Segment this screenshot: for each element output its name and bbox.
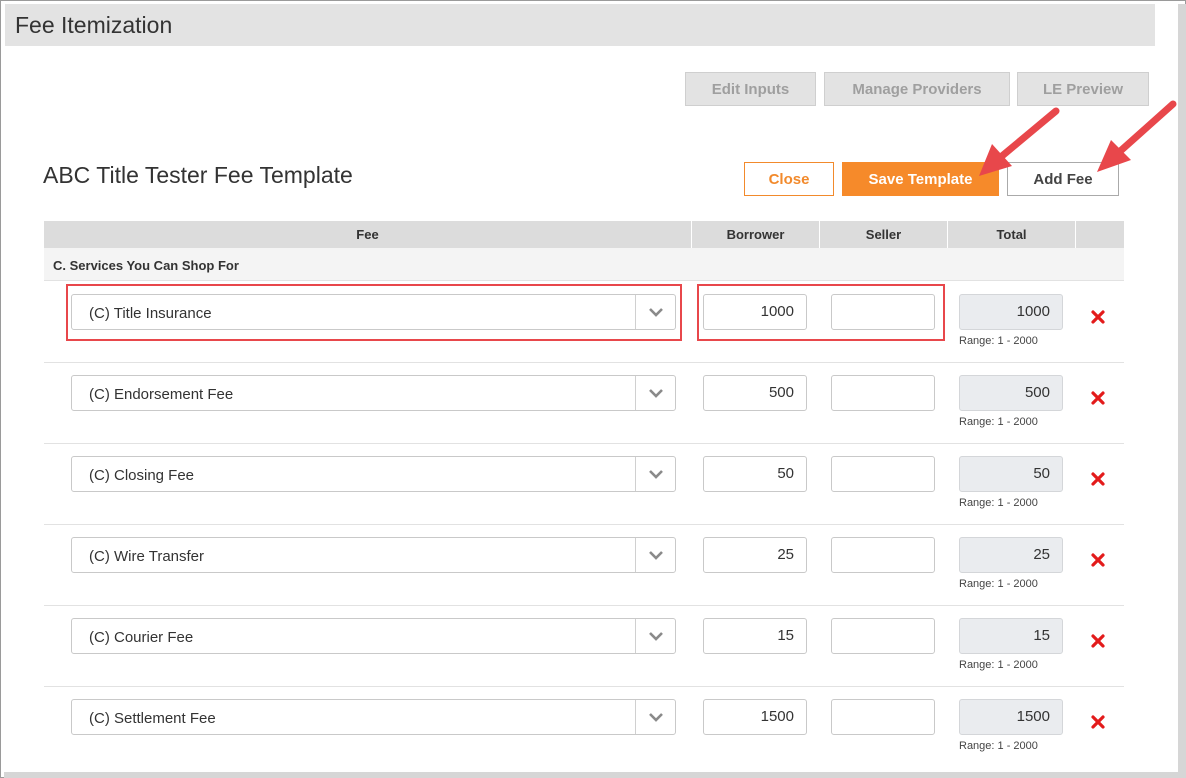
- close-icon[interactable]: [1090, 552, 1106, 568]
- close-icon[interactable]: [1090, 633, 1106, 649]
- header-total: Total: [948, 221, 1075, 248]
- borrower-input[interactable]: 50: [703, 456, 807, 492]
- section-header: C. Services You Can Shop For: [44, 248, 1124, 281]
- table-header: Fee Borrower Seller Total: [44, 221, 1124, 248]
- table-row: (C) Courier Fee 15 15 Range: 1 - 2000: [44, 605, 1124, 687]
- total-field: 25: [959, 537, 1063, 573]
- seller-input[interactable]: [831, 375, 935, 411]
- template-title: ABC Title Tester Fee Template: [43, 162, 353, 189]
- table-row: (C) Endorsement Fee 500 500 Range: 1 - 2…: [44, 362, 1124, 444]
- arrow-icon: [1085, 92, 1185, 182]
- window-title: Fee Itemization: [15, 12, 172, 39]
- chevron-down-icon[interactable]: [647, 385, 665, 401]
- range-text: Range: 1 - 2000: [959, 416, 1038, 428]
- close-icon[interactable]: [1090, 714, 1106, 730]
- borrower-input[interactable]: 1500: [703, 699, 807, 735]
- chevron-down-icon[interactable]: [647, 547, 665, 563]
- select-divider: [635, 700, 636, 734]
- fee-select[interactable]: (C) Endorsement Fee: [71, 375, 676, 411]
- fee-select-value: (C) Endorsement Fee: [89, 386, 233, 403]
- seller-input[interactable]: [831, 699, 935, 735]
- table-row: (C) Wire Transfer 25 25 Range: 1 - 2000: [44, 524, 1124, 606]
- total-field: 1000: [959, 294, 1063, 330]
- borrower-input[interactable]: 500: [703, 375, 807, 411]
- borrower-input[interactable]: 25: [703, 537, 807, 573]
- range-text: Range: 1 - 2000: [959, 659, 1038, 671]
- total-field: 15: [959, 618, 1063, 654]
- select-divider: [635, 376, 636, 410]
- borrower-input[interactable]: 15: [703, 618, 807, 654]
- total-field: 1500: [959, 699, 1063, 735]
- table-row: (C) Closing Fee 50 50 Range: 1 - 2000: [44, 443, 1124, 525]
- seller-input[interactable]: [831, 456, 935, 492]
- chevron-down-icon[interactable]: [647, 628, 665, 644]
- table-row: (C) Settlement Fee 1500 1500 Range: 1 - …: [44, 686, 1124, 767]
- header-fee: Fee: [44, 221, 691, 248]
- total-field: 500: [959, 375, 1063, 411]
- fee-select-value: (C) Closing Fee: [89, 467, 194, 484]
- highlight-box: [697, 284, 945, 341]
- fee-select[interactable]: (C) Courier Fee: [71, 618, 676, 654]
- select-divider: [635, 538, 636, 572]
- header-divider: [1075, 221, 1076, 248]
- close-icon[interactable]: [1090, 309, 1106, 325]
- header-borrower: Borrower: [692, 221, 819, 248]
- close-icon[interactable]: [1090, 390, 1106, 406]
- select-divider: [635, 457, 636, 491]
- seller-input[interactable]: [831, 537, 935, 573]
- fee-select[interactable]: (C) Closing Fee: [71, 456, 676, 492]
- fee-select-value: (C) Wire Transfer: [89, 548, 204, 565]
- highlight-box: [66, 284, 682, 341]
- range-text: Range: 1 - 2000: [959, 497, 1038, 509]
- seller-input[interactable]: [831, 618, 935, 654]
- close-button[interactable]: Close: [744, 162, 834, 196]
- title-bar: Fee Itemization: [5, 4, 1155, 46]
- chevron-down-icon[interactable]: [647, 709, 665, 725]
- fee-select[interactable]: (C) Settlement Fee: [71, 699, 676, 735]
- close-icon[interactable]: [1090, 471, 1106, 487]
- fee-select-value: (C) Settlement Fee: [89, 710, 216, 727]
- range-text: Range: 1 - 2000: [959, 578, 1038, 590]
- total-field: 50: [959, 456, 1063, 492]
- edit-inputs-button[interactable]: Edit Inputs: [685, 72, 816, 106]
- window-shadow: [4, 772, 1186, 778]
- fee-select[interactable]: (C) Wire Transfer: [71, 537, 676, 573]
- header-seller: Seller: [820, 221, 947, 248]
- fee-select-value: (C) Courier Fee: [89, 629, 193, 646]
- arrow-icon: [970, 100, 1070, 185]
- range-text: Range: 1 - 2000: [959, 740, 1038, 752]
- chevron-down-icon[interactable]: [647, 466, 665, 482]
- select-divider: [635, 619, 636, 653]
- range-text: Range: 1 - 2000: [959, 335, 1038, 347]
- section-title: C. Services You Can Shop For: [53, 258, 239, 273]
